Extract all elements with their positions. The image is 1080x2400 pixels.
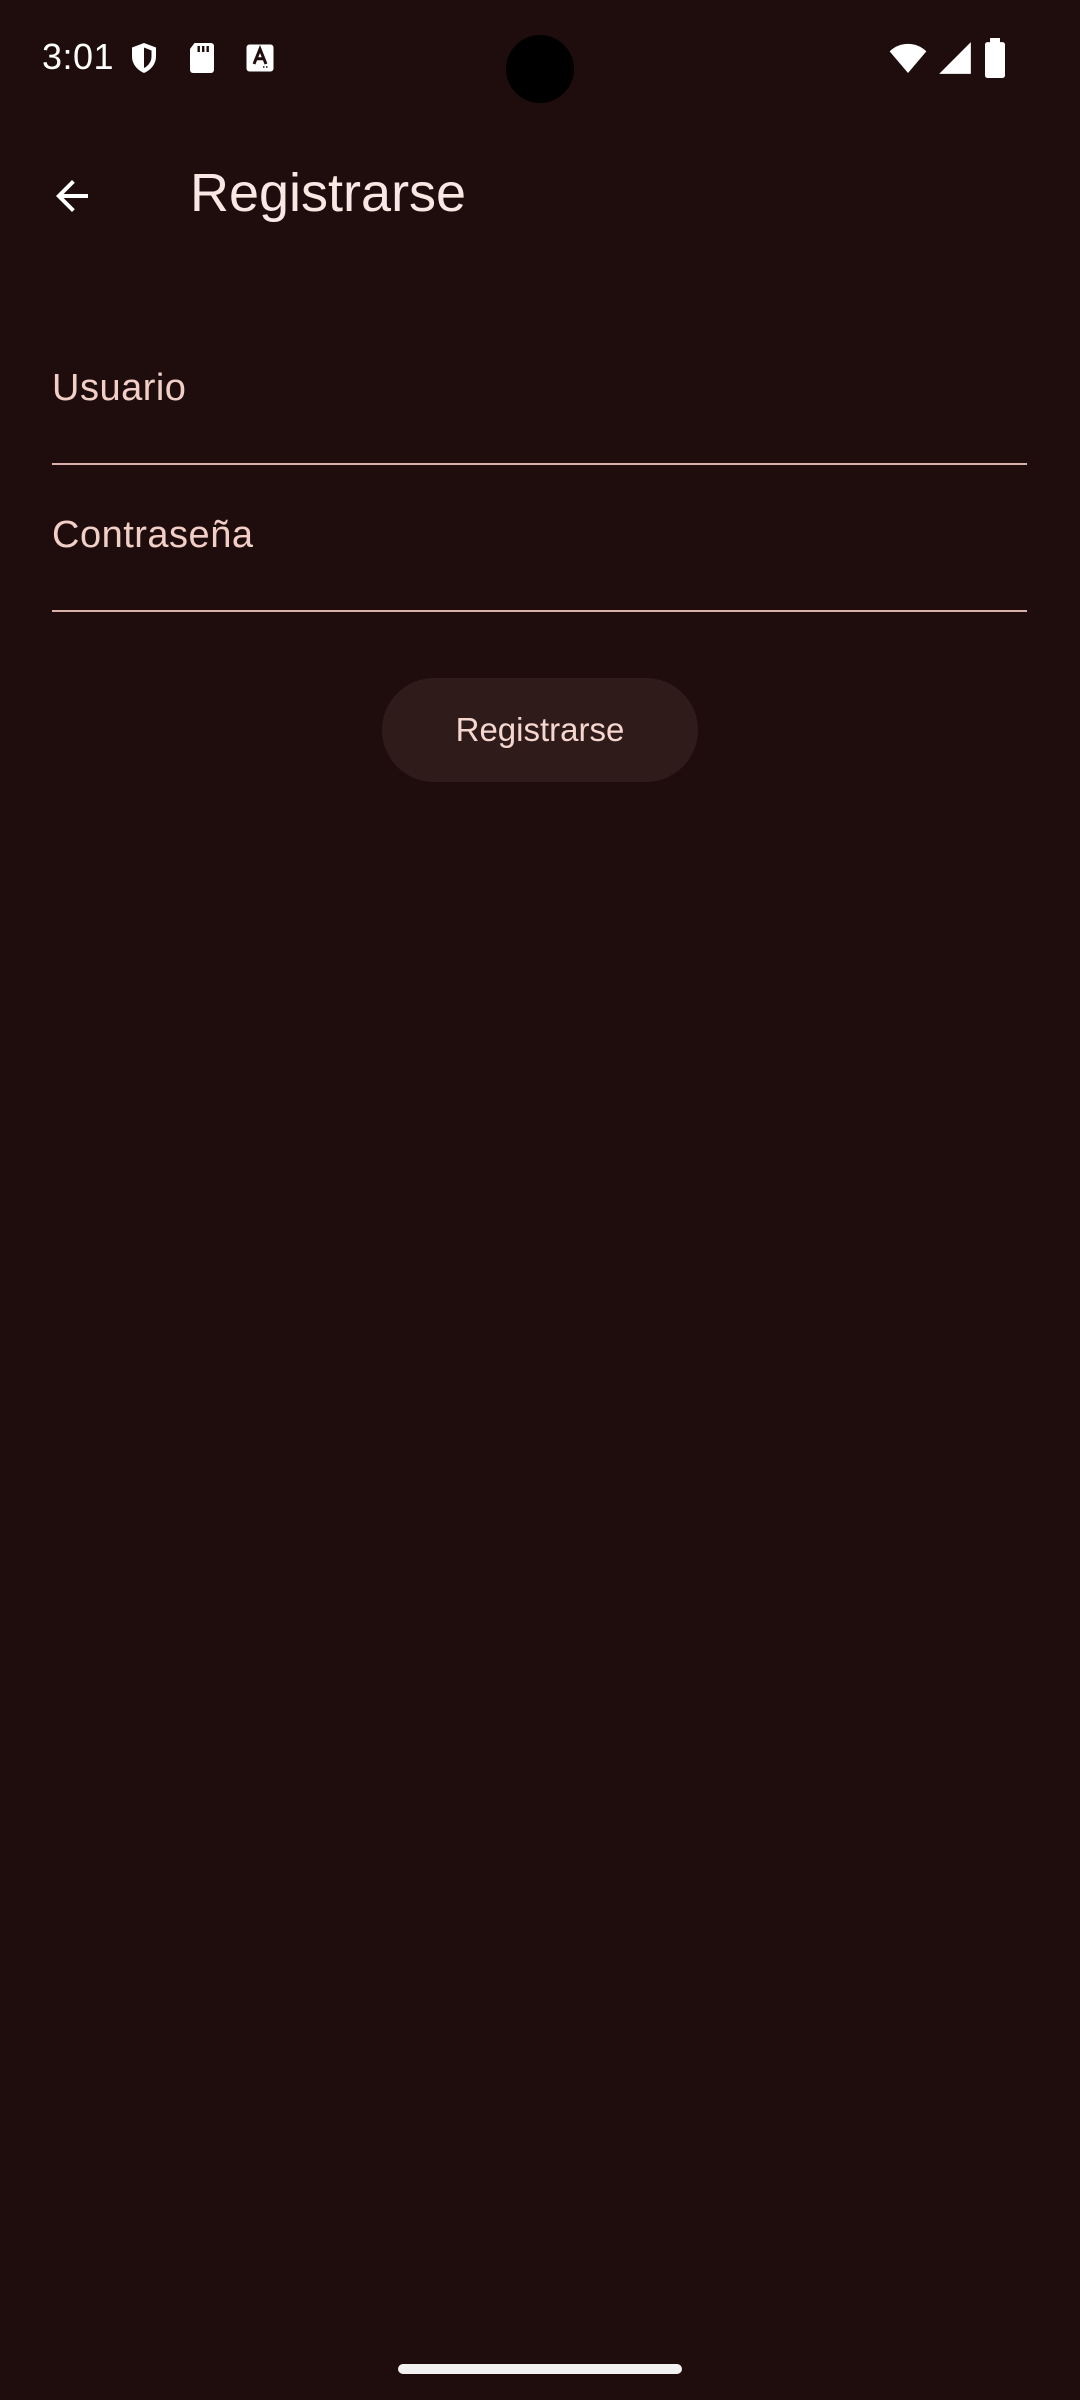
sd-card-icon xyxy=(184,40,220,76)
camera-cutout xyxy=(506,35,574,103)
signal-icon xyxy=(936,39,974,77)
shield-icon xyxy=(126,40,162,76)
font-a-icon xyxy=(242,40,278,76)
arrow-left-icon xyxy=(48,172,96,220)
status-bar: 3:01 xyxy=(0,0,1080,120)
password-input[interactable] xyxy=(52,492,1027,610)
username-field[interactable]: Usuario xyxy=(52,345,1027,465)
page-title: Registrarse xyxy=(190,163,467,223)
username-input[interactable] xyxy=(52,345,1027,463)
status-time: 3:01 xyxy=(42,36,115,77)
wifi-icon xyxy=(888,38,928,78)
battery-icon xyxy=(982,38,1008,78)
back-button[interactable] xyxy=(32,156,112,236)
app-bar: Registrarse xyxy=(0,120,1080,270)
username-underline xyxy=(52,463,1027,465)
gesture-navigation-bar[interactable] xyxy=(398,2364,682,2374)
password-underline xyxy=(52,610,1027,612)
password-field[interactable]: Contraseña xyxy=(52,492,1027,612)
register-screen: 3:01 Registrarse Usuario Contraseña Regi… xyxy=(0,0,1080,2400)
register-button[interactable]: Registrarse xyxy=(382,678,698,782)
